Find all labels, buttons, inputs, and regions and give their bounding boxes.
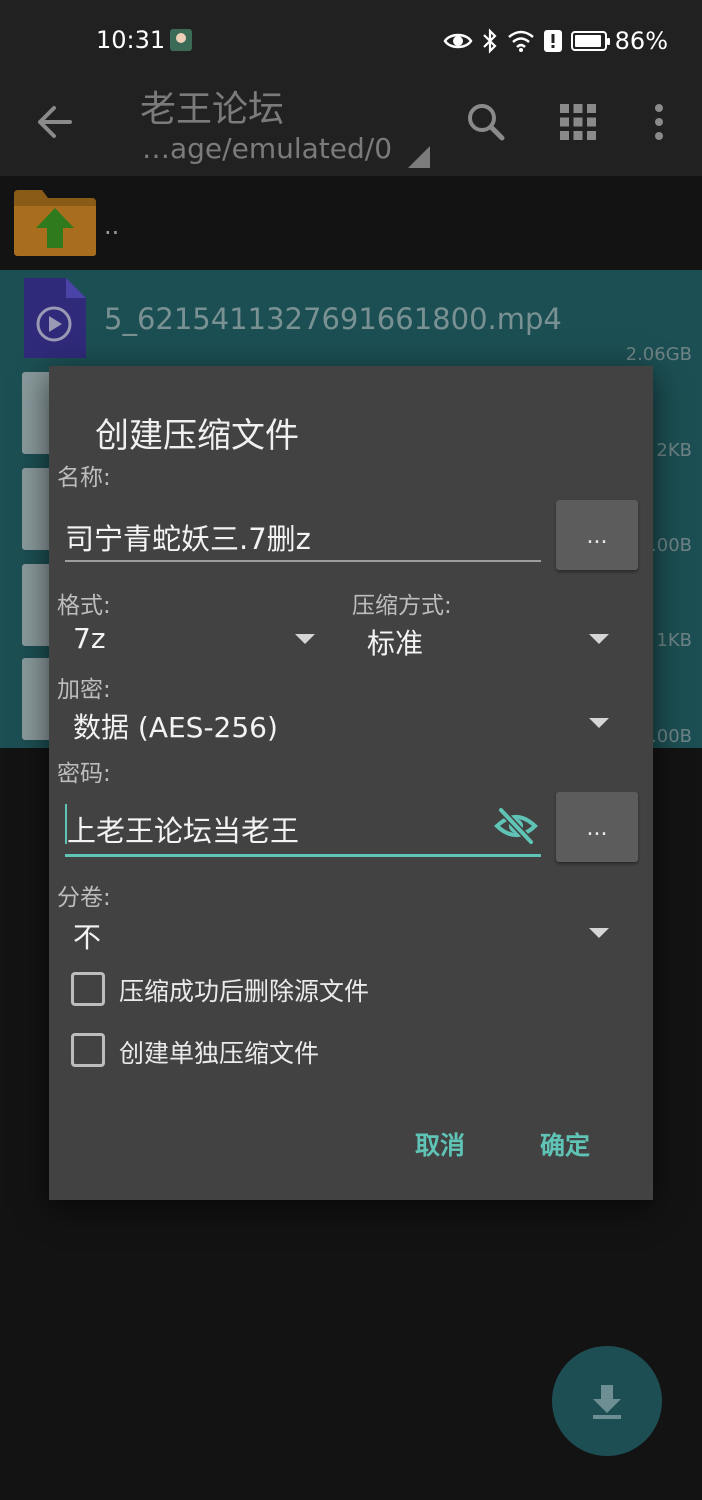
video-file-icon bbox=[24, 278, 86, 358]
file-size: 2KB bbox=[656, 440, 692, 461]
format-label: 格式: bbox=[57, 593, 111, 619]
file-size: .00B bbox=[651, 535, 692, 556]
extract-fab-button[interactable] bbox=[552, 1346, 662, 1456]
eye-icon bbox=[443, 33, 473, 49]
back-arrow-icon[interactable] bbox=[30, 100, 82, 144]
toolbar-path[interactable]: …age/emulated/0 bbox=[142, 132, 392, 165]
status-time: 10:31 bbox=[96, 26, 166, 54]
password-underline bbox=[65, 854, 541, 857]
visibility-off-icon[interactable] bbox=[493, 806, 539, 846]
delete-source-checkbox[interactable] bbox=[71, 972, 105, 1006]
archive-name-input[interactable]: 司宁青蛇妖三.7删z bbox=[65, 516, 311, 558]
battery-percent: 86% bbox=[614, 27, 668, 55]
name-underline bbox=[65, 560, 541, 562]
password-input[interactable]: 上老王论坛当老王 bbox=[67, 808, 299, 850]
toolbar: 老王论坛 …age/emulated/0 bbox=[0, 80, 702, 176]
compression-select[interactable]: 标准 bbox=[367, 622, 423, 662]
grid-view-icon[interactable] bbox=[554, 98, 602, 146]
document-file-icon bbox=[22, 564, 52, 646]
encryption-dropdown-icon[interactable] bbox=[589, 718, 609, 728]
separate-archives-label[interactable]: 创建单独压缩文件 bbox=[119, 1034, 319, 1070]
status-bar: 10:31 86% bbox=[0, 0, 702, 80]
password-label: 密码: bbox=[57, 761, 111, 787]
path-dropdown-icon[interactable] bbox=[408, 146, 430, 168]
name-label: 名称: bbox=[57, 465, 111, 491]
download-icon bbox=[593, 1385, 621, 1419]
parent-folder-label: .. bbox=[104, 212, 120, 240]
document-file-icon bbox=[22, 372, 52, 454]
document-file-icon bbox=[22, 468, 52, 550]
encryption-label: 加密: bbox=[57, 677, 111, 703]
document-file-icon bbox=[22, 658, 52, 740]
file-size: 2.06GB bbox=[625, 344, 692, 365]
split-dropdown-icon[interactable] bbox=[589, 928, 609, 938]
more-options-icon[interactable] bbox=[635, 98, 683, 146]
folder-up-icon bbox=[14, 190, 96, 256]
notification-avatar-icon bbox=[170, 29, 192, 51]
encryption-select[interactable]: 数据 (AES-256) bbox=[73, 706, 278, 746]
split-label: 分卷: bbox=[57, 885, 111, 911]
format-dropdown-icon[interactable] bbox=[295, 634, 315, 644]
file-name[interactable]: 5_6215411327691661800.mp4 bbox=[104, 302, 562, 336]
toolbar-title[interactable]: 老王论坛 bbox=[140, 80, 284, 132]
wifi-icon bbox=[507, 30, 534, 52]
browse-name-button[interactable]: ... bbox=[556, 500, 638, 570]
search-icon[interactable] bbox=[462, 98, 510, 146]
format-select[interactable]: 7z bbox=[73, 622, 106, 655]
compression-label: 压缩方式: bbox=[352, 593, 452, 619]
dialog-title: 创建压缩文件 bbox=[95, 416, 299, 456]
separate-archives-checkbox[interactable] bbox=[71, 1033, 105, 1067]
battery-icon bbox=[570, 31, 610, 51]
password-options-button[interactable]: ... bbox=[556, 792, 638, 862]
create-archive-dialog: 创建压缩文件 名称: 司宁青蛇妖三.7删z ... 格式: 7z 压缩方式: 标… bbox=[49, 366, 653, 1200]
compression-dropdown-icon[interactable] bbox=[589, 634, 609, 644]
cancel-button[interactable]: 取消 bbox=[415, 1126, 465, 1162]
parent-folder-row[interactable]: .. bbox=[0, 176, 702, 268]
delete-source-label[interactable]: 压缩成功后删除源文件 bbox=[119, 972, 369, 1008]
ok-button[interactable]: 确定 bbox=[540, 1126, 590, 1162]
file-size: .00B bbox=[651, 726, 692, 747]
file-size: 1KB bbox=[656, 630, 692, 651]
split-select[interactable]: 不 bbox=[73, 916, 101, 956]
status-icons: 86% bbox=[443, 24, 668, 58]
alert-icon bbox=[543, 30, 562, 52]
bluetooth-icon bbox=[482, 28, 497, 54]
